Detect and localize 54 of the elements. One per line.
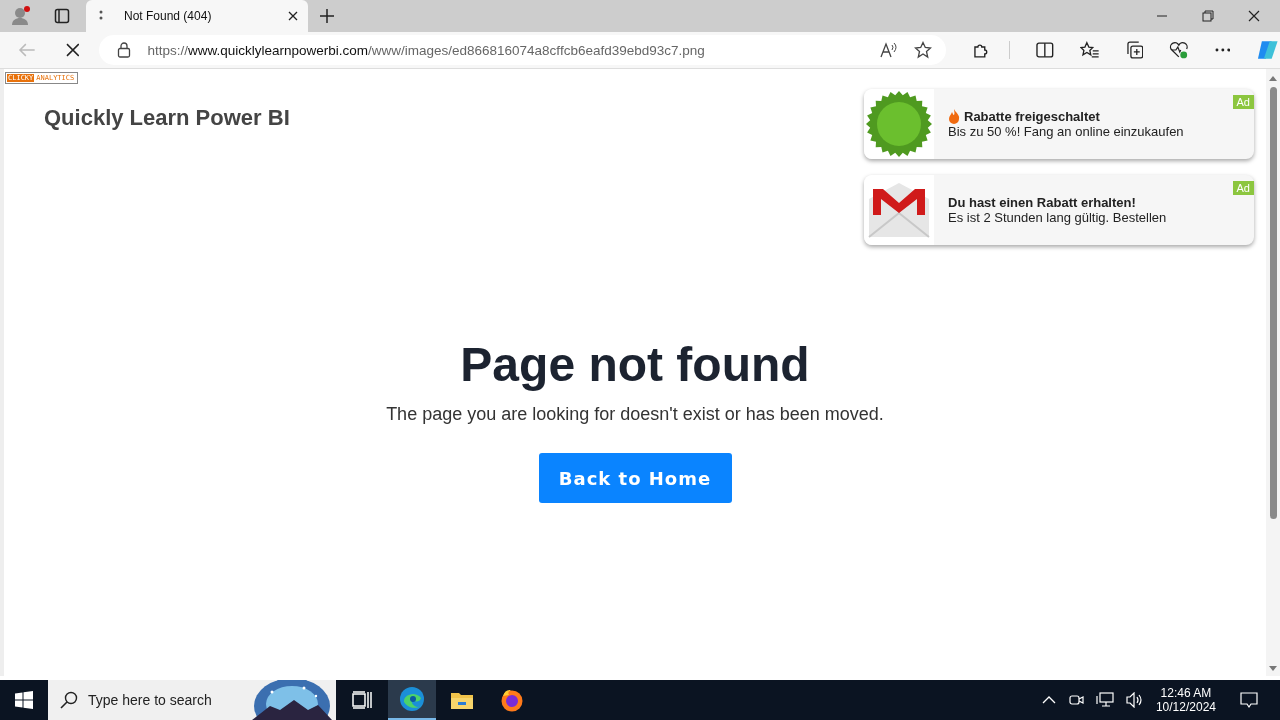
health-icon[interactable] [1169,41,1189,59]
notifications-icon[interactable] [1240,691,1258,709]
error-message: The page you are looking for doesn't exist or has been moved. [386,404,884,425]
more-icon[interactable] [1214,48,1231,52]
ad-title: Rabatte freigeschaltet [964,109,1100,124]
url-text: https://www.quicklylearnpowerbi.com/www/images/ed866816074a8cffcb6eafd39ebd93c7.png [147,42,705,58]
browser-tab[interactable]: Not Found (404) [86,0,308,32]
fire-icon [948,109,960,124]
scrollbar[interactable] [1266,69,1280,676]
edge-icon [399,686,425,712]
ad-card[interactable]: Du hast einen Rabatt erhalten! Es ist 2 Stunden lang gültig. Bestellen Ad [864,175,1254,245]
camera-icon[interactable] [1067,692,1084,708]
close-icon[interactable] [288,11,298,21]
clock[interactable]: 12:46 AM 10/12/2024 [1155,686,1216,714]
read-aloud-icon[interactable] [879,42,898,58]
taskbar-app[interactable] [388,680,436,720]
star-icon[interactable] [913,41,932,59]
firefox-icon [500,688,524,712]
copilot-icon[interactable] [1256,39,1280,61]
ad-title: Du hast einen Rabatt erhalten! [948,195,1136,210]
new-tab-icon[interactable] [320,9,334,23]
puzzle-icon[interactable] [971,41,990,59]
lock-icon [117,42,132,58]
scroll-up-icon[interactable] [1269,75,1277,81]
tab-title: Not Found (404) [124,9,213,23]
start-icon[interactable] [15,691,33,709]
task-view-icon [352,691,372,709]
split-screen-icon[interactable] [1036,42,1054,58]
chevron-up-icon[interactable] [1041,696,1056,704]
network-icon[interactable] [1095,692,1114,708]
starburst-icon [866,91,932,157]
stop-icon[interactable] [65,43,80,57]
ad-card[interactable]: Rabatte freigeschaltet Bis zu 50 %! Fang an online einzukaufen Ad [864,89,1254,159]
error-heading: Page not found [460,337,810,392]
ad-label: Ad [1232,95,1254,109]
profile-icon[interactable] [10,5,32,27]
favorites-icon[interactable] [1079,41,1100,59]
envelope-icon [867,181,931,239]
ad-text: Bis zu 50 %! Fang an online einzukaufen [948,124,1184,139]
back-home-button[interactable]: Back to Home [538,453,732,503]
taskbar-search-field[interactable]: Type here to search [48,680,336,720]
folder-icon [450,690,474,710]
collections-icon[interactable] [1125,41,1144,59]
volume-icon[interactable] [1125,692,1144,708]
restore-icon[interactable] [1202,10,1214,22]
ad-label: Ad [1232,181,1254,195]
loading-icon [98,10,104,22]
site-title[interactable]: Quickly Learn Power BI [44,105,290,131]
tab-actions-icon[interactable] [54,8,70,24]
scroll-down-icon[interactable] [1269,666,1277,672]
search-icon [60,691,78,709]
close-icon[interactable] [1248,10,1260,22]
ad-text: Es ist 2 Stunden lang gültig. Bestellen [948,210,1167,225]
address-field[interactable]: https://www.quicklylearnpowerbi.com/www/images/ed866816074a8cffcb6eafd39ebd93c7.png [99,35,946,65]
